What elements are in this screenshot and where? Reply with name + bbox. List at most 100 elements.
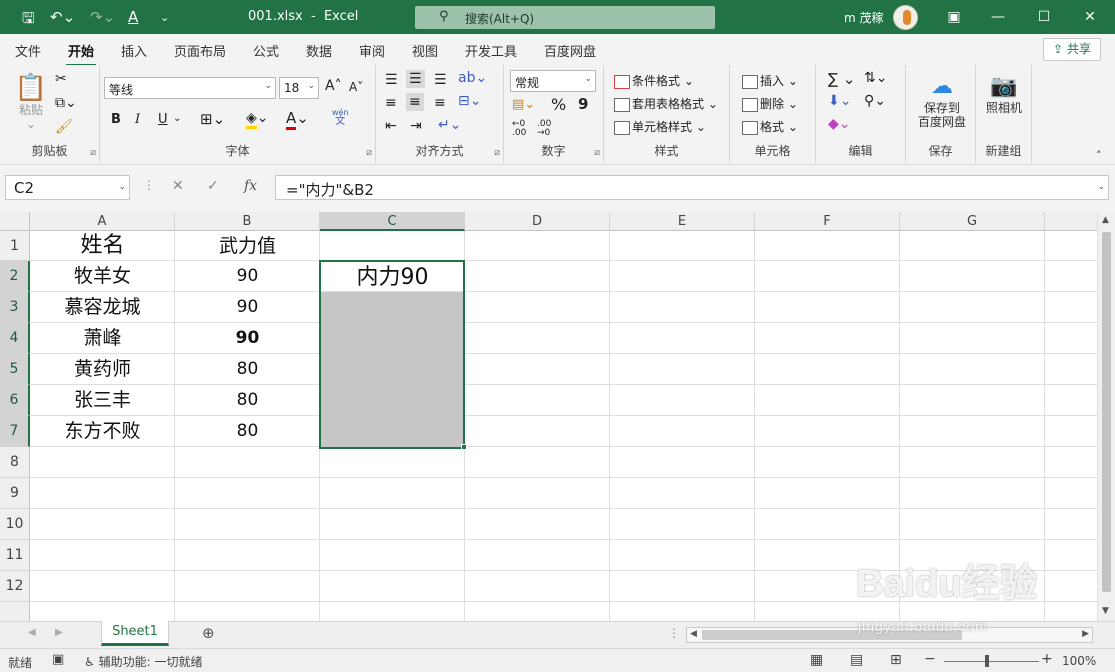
search-box[interactable]: ⚲ 搜索(Alt+Q) [415,6,715,29]
cell-a7[interactable]: 东方不败 [30,416,175,447]
cell-a6[interactable]: 张三丰 [30,385,175,416]
sort-filter-icon[interactable]: ⇅⌄ [864,70,887,86]
row-header-8[interactable]: 8 [0,447,30,478]
row-header-6[interactable]: 6 [0,385,30,416]
close-icon[interactable]: ✕ [1070,5,1110,29]
zoom-slider-knob[interactable] [985,655,989,667]
minimize-icon[interactable]: — [978,5,1018,29]
page-layout-view-icon[interactable]: ▤ [850,652,863,668]
insert-function-icon[interactable]: fx [244,178,257,194]
tab-review[interactable]: 审阅 [359,41,385,60]
add-sheet-icon[interactable]: ⊕ [202,624,215,642]
tab-view[interactable]: 视图 [412,41,438,60]
bold-button[interactable]: B [111,112,121,127]
autosum-icon[interactable]: ∑ ⌄ [828,70,855,88]
column-header-a[interactable]: A [30,212,175,231]
align-left-icon[interactable]: ≡ [385,95,397,111]
phonetic-guide-icon[interactable]: wén 文 [332,108,349,127]
insert-cells-button[interactable]: 插入 ⌄ [742,72,798,89]
zoom-out-icon[interactable]: − [924,651,936,667]
fill-handle[interactable] [461,444,467,450]
font-color-icon[interactable]: A⌄ [286,109,309,130]
dialog-launcher-icon[interactable]: ⧄ [494,148,500,158]
column-header-d[interactable]: D [465,212,610,231]
cell-styles-button[interactable]: 单元格样式 ⌄ [614,118,706,135]
cell-a1[interactable]: 姓名 [30,231,175,261]
font-name-select[interactable]: 等线 ⌄ [104,77,276,99]
align-right-icon[interactable]: ≡ [434,95,446,111]
column-header-f[interactable]: F [755,212,900,231]
sheet-next-icon[interactable]: ▶ [55,627,63,638]
scroll-down-icon[interactable]: ▼ [1102,606,1109,616]
column-header-c[interactable]: C [320,212,465,231]
format-cells-button[interactable]: 格式 ⌄ [742,118,798,135]
cell-b4[interactable]: 90 [175,323,320,354]
enter-icon[interactable]: ✓ [207,178,219,194]
redo-icon[interactable]: ↷⌄ [90,8,115,26]
underline-button[interactable]: U [158,112,168,127]
column-header-h[interactable] [1045,212,1097,231]
page-break-view-icon[interactable]: ⊞ [890,652,902,668]
format-painter-icon[interactable]: 🖌 [55,119,73,135]
paste-button[interactable]: 📋 粘贴 ⌄ [14,73,48,131]
save-icon[interactable]: 🖫 [22,8,35,33]
dialog-launcher-icon[interactable]: ⧄ [594,148,600,158]
row-header-4[interactable]: 4 [0,323,30,354]
sheet-tab-sheet1[interactable]: Sheet1 [101,621,169,646]
zoom-slider[interactable] [944,661,1039,662]
dialog-launcher-icon[interactable]: ⧄ [90,148,96,158]
column-header-g[interactable]: G [900,212,1045,231]
cell-b7[interactable]: 80 [175,416,320,447]
shrink-font-button[interactable]: A˅ [349,80,363,94]
dialog-launcher-icon[interactable]: ⧄ [366,148,372,158]
orientation-icon[interactable]: ab⌄ [458,70,487,86]
name-box[interactable]: C2 ⌄ [5,175,130,200]
split-handle-icon[interactable]: ⋮ [668,626,680,640]
cell-b2[interactable]: 90 [175,261,320,292]
normal-view-icon[interactable]: ▦ [810,652,823,668]
cell-b1[interactable]: 武力值 [175,231,320,261]
save-to-netdisk-button[interactable]: ☁ 保存到 百度网盘 [912,73,972,129]
cell-a2[interactable]: 牧羊女 [30,261,175,292]
underline-dropdown-icon[interactable]: ⌄ [173,113,181,124]
tab-developer[interactable]: 开发工具 [465,41,517,60]
row-header-7[interactable]: 7 [0,416,30,447]
customize-qat-icon[interactable]: ⌄ [160,11,169,24]
conditional-format-button[interactable]: 条件格式 ⌄ [614,72,694,89]
border-icon[interactable]: ⊞⌄ [200,110,225,128]
cell-b6[interactable]: 80 [175,385,320,416]
tab-formulas[interactable]: 公式 [253,41,279,60]
camera-button[interactable]: 📷 照相机 [980,73,1028,115]
merge-center-icon[interactable]: ⊟⌄ [458,93,481,109]
top-align-icon[interactable]: ☰ [385,72,398,88]
row-header-2[interactable]: 2 [0,261,30,292]
delete-cells-button[interactable]: 删除 ⌄ [742,95,798,112]
number-format-select[interactable]: 常规 ⌄ [510,70,596,92]
wrap-text-icon[interactable]: ↵⌄ [438,117,461,133]
scroll-right-icon[interactable]: ▶ [1082,629,1089,639]
tab-page-layout[interactable]: 页面布局 [174,41,226,60]
row-header-1[interactable]: 1 [0,231,30,261]
row-header-11[interactable]: 11 [0,540,30,571]
increase-decimal-icon[interactable]: ←0.00 [512,120,526,138]
bottom-align-icon[interactable]: ☰ [434,72,447,88]
find-select-icon[interactable]: ⚲⌄ [864,93,886,109]
fill-color-icon[interactable]: ◈⌄ [246,110,269,129]
font-size-select[interactable]: 18 ⌄ [279,77,319,99]
zoom-level[interactable]: 100% [1062,654,1096,668]
maximize-icon[interactable]: ☐ [1024,5,1064,29]
vertical-scrollbar[interactable]: ▲ ▼ [1097,212,1115,621]
undo-icon[interactable]: ↶⌄ [50,8,75,26]
comma-button[interactable]: 9 [578,95,588,113]
cancel-icon[interactable]: ✕ [172,178,184,194]
format-as-table-button[interactable]: 套用表格格式 ⌄ [614,95,718,112]
row-header-5[interactable]: 5 [0,354,30,385]
column-header-e[interactable]: E [610,212,755,231]
scroll-left-icon[interactable]: ◀ [690,629,697,639]
ribbon-display-options-icon[interactable]: ▣ [934,5,974,29]
select-all-corner[interactable] [0,212,30,231]
row-header-12[interactable]: 12 [0,571,30,602]
grow-font-button[interactable]: A˄ [325,78,342,94]
decrease-decimal-icon[interactable]: .00 →0 [537,120,551,138]
percent-button[interactable]: % [551,95,566,114]
